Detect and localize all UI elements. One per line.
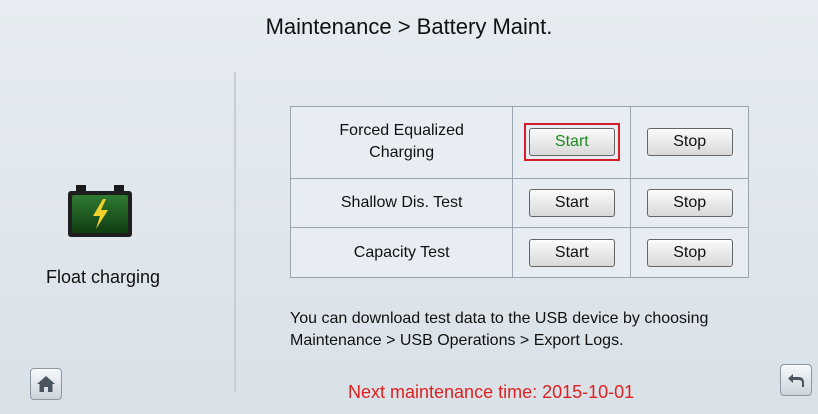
vertical-divider: [234, 72, 236, 392]
maintenance-operations-table: Forced Equalized Charging Start Stop Sha…: [289, 106, 749, 278]
table-row: Forced Equalized Charging Start Stop: [289, 106, 749, 179]
next-maintenance-time: Next maintenance time: 2015-10-01: [348, 382, 635, 402]
table-row: Shallow Dis. Test Start Stop: [289, 177, 749, 229]
back-arrow-icon: [788, 374, 804, 387]
operation-name: Forced Equalized Charging: [339, 122, 464, 162]
back-button[interactable]: [780, 364, 812, 396]
stop-cell: Stop: [630, 227, 749, 278]
start-cell: Start: [512, 106, 632, 179]
home-icon: [37, 376, 55, 392]
operation-label: Shallow Dis. Test: [289, 177, 514, 229]
home-button[interactable]: [30, 368, 62, 400]
battery-status-label: Float charging: [46, 267, 161, 287]
capacity-test-start-button[interactable]: Start: [528, 238, 615, 267]
operation-name: Capacity Test: [353, 243, 450, 261]
start-cell: Start: [512, 177, 632, 229]
operation-name: Shallow Dis. Test: [340, 194, 463, 212]
page-title: Maintenance > Battery Maint.: [265, 14, 553, 39]
screen: Maintenance > Battery Maint. Float charg…: [0, 0, 818, 414]
shallow-test-start-button[interactable]: Start: [528, 189, 615, 218]
forced-equalized-start-button[interactable]: Start: [528, 128, 615, 157]
shallow-test-stop-button[interactable]: Stop: [646, 189, 733, 218]
start-cell: Start: [512, 227, 632, 278]
selection-highlight: Start: [523, 123, 620, 162]
usb-download-info: You can download test data to the USB de…: [290, 310, 709, 349]
operation-label: Capacity Test: [289, 227, 514, 278]
table-row: Capacity Test Start Stop: [289, 227, 749, 278]
operation-label: Forced Equalized Charging: [289, 106, 514, 179]
capacity-test-stop-button[interactable]: Stop: [646, 238, 733, 267]
stop-cell: Stop: [630, 106, 749, 179]
stop-cell: Stop: [630, 177, 749, 229]
forced-equalized-stop-button[interactable]: Stop: [646, 128, 733, 157]
battery-charging-icon: [68, 185, 132, 237]
